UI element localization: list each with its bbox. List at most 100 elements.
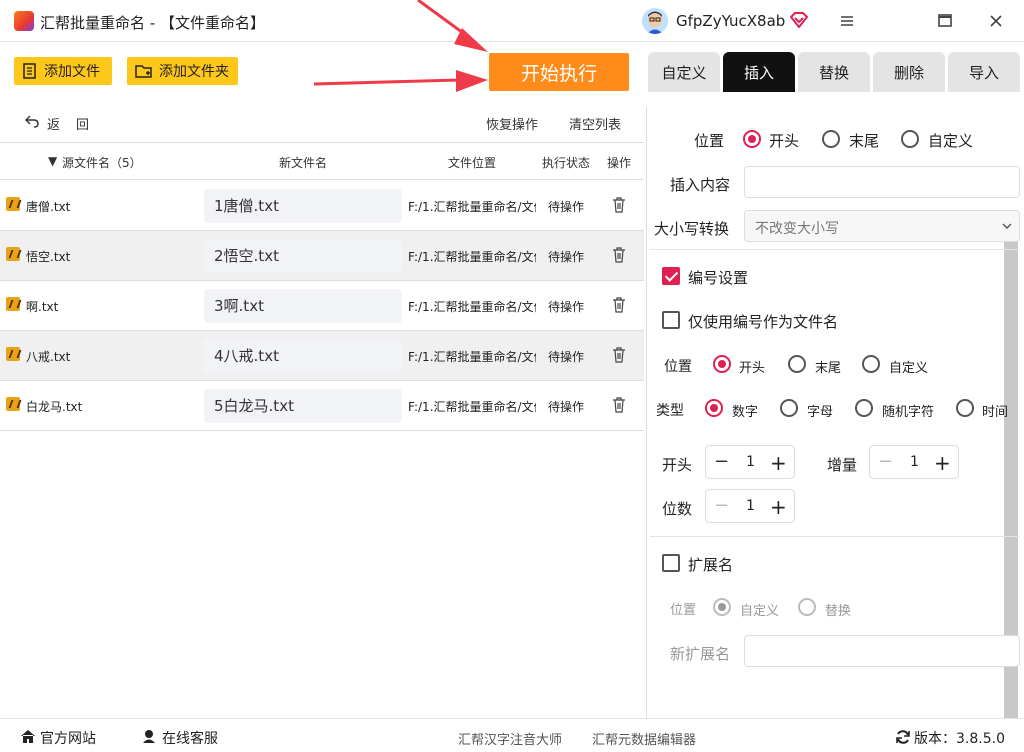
digits-label: 位数: [662, 500, 693, 518]
user-avatar[interactable]: [642, 8, 668, 34]
back-label-1: 返: [47, 118, 61, 133]
plus-icon[interactable]: +: [770, 495, 787, 519]
new-filename-field[interactable]: 1唐僧.txt: [204, 189, 402, 223]
new-filename-field[interactable]: 2悟空.txt: [204, 239, 402, 273]
official-website-link[interactable]: 官方网站: [40, 728, 96, 748]
version-text: 版本：3.8.5.0: [914, 731, 1005, 747]
table-row[interactable]: 唐僧.txt 1唐僧.txt F:/1.汇帮批量重命名/文件 待操作: [0, 181, 644, 231]
status-text: 待操作: [548, 350, 585, 364]
extension-option-custom: 自定义: [740, 604, 780, 619]
numbering-position-radio-custom[interactable]: [862, 355, 880, 373]
increment-stepper[interactable]: − 1 +: [869, 445, 959, 479]
add-folder-button[interactable]: 添加文件夹: [127, 57, 238, 85]
position-option-custom: 自定义: [928, 132, 974, 150]
position-option-start: 开头: [769, 132, 800, 150]
vip-diamond-icon[interactable]: [790, 12, 808, 28]
source-filename: 白龙马.txt: [26, 400, 83, 414]
new-filename-field[interactable]: 5白龙马.txt: [204, 389, 402, 423]
sublime-file-icon: [6, 297, 20, 311]
status-text: 待操作: [548, 300, 585, 314]
status-bar: 官方网站 在线客服 汇帮汉字注音大师 汇帮元数据编辑器 版本：3.8.5.0: [0, 718, 1024, 752]
numbering-position-start: 开头: [739, 361, 766, 376]
insert-content-input[interactable]: [744, 166, 1020, 198]
extension-radio-custom[interactable]: [713, 598, 731, 616]
minus-icon[interactable]: −: [878, 453, 893, 471]
digits-stepper[interactable]: − 1 +: [705, 489, 795, 523]
position-radio-end[interactable]: [822, 130, 840, 148]
refresh-icon[interactable]: [895, 729, 911, 745]
table-row[interactable]: 悟空.txt 2悟空.txt F:/1.汇帮批量重命名/文件 待操作: [0, 231, 644, 281]
menu-icon[interactable]: [836, 10, 858, 32]
case-select[interactable]: 不改变大小写: [744, 210, 1020, 242]
type-label: 类型: [656, 403, 684, 419]
trash-icon[interactable]: [612, 297, 626, 313]
position-radio-custom[interactable]: [901, 130, 919, 148]
file-list-icon: [23, 63, 36, 79]
type-random: 随机字符: [882, 405, 935, 420]
new-extension-input[interactable]: [744, 635, 1020, 667]
source-filename: 悟空.txt: [26, 250, 71, 264]
add-file-button[interactable]: 添加文件: [14, 57, 112, 85]
insert-content-label: 插入内容: [670, 176, 731, 194]
new-filename-field[interactable]: 4八戒.txt: [204, 339, 402, 373]
clear-list-button[interactable]: 清空列表: [569, 114, 621, 133]
header-status: 执行状态: [542, 156, 591, 170]
minus-icon[interactable]: −: [714, 497, 729, 515]
tab-replace[interactable]: 替换: [798, 52, 870, 92]
online-support-link[interactable]: 在线客服: [162, 728, 218, 748]
start-button[interactable]: 开始执行: [489, 53, 629, 91]
header-source[interactable]: 源文件名（5）: [62, 154, 142, 171]
numbering-position-label: 位置: [664, 359, 692, 375]
start-stepper[interactable]: − 1 +: [705, 445, 795, 479]
source-filename: 啊.txt: [26, 300, 59, 314]
plus-icon[interactable]: +: [770, 451, 787, 475]
position-radio-start[interactable]: [743, 130, 761, 148]
undo-button[interactable]: 恢复操作: [486, 114, 538, 133]
source-filename: 八戒.txt: [26, 350, 71, 364]
only-number-checkbox[interactable]: [662, 311, 680, 329]
app-link-metadata[interactable]: 汇帮元数据编辑器: [592, 729, 696, 748]
plus-icon[interactable]: +: [934, 451, 951, 475]
file-location: F:/1.汇帮批量重命名/文件: [408, 250, 536, 264]
sort-desc-icon[interactable]: ▼: [48, 154, 57, 168]
username[interactable]: GfpZyYucX8ab: [676, 12, 785, 30]
new-filename-field[interactable]: 3啊.txt: [204, 289, 402, 323]
table-row[interactable]: 白龙马.txt 5白龙马.txt F:/1.汇帮批量重命名/文件 待操作: [0, 381, 644, 431]
trash-icon[interactable]: [612, 347, 626, 363]
sublime-file-icon: [6, 197, 20, 211]
type-radio-time[interactable]: [956, 399, 974, 417]
trash-icon[interactable]: [612, 197, 626, 213]
type-letter: 字母: [807, 405, 834, 420]
numbering-checkbox[interactable]: [662, 267, 680, 285]
table-row[interactable]: 八戒.txt 4八戒.txt F:/1.汇帮批量重命名/文件 待操作: [0, 331, 644, 381]
extension-label: 扩展名: [688, 556, 734, 574]
tab-custom[interactable]: 自定义: [648, 52, 720, 92]
increment-value: 1: [910, 454, 919, 470]
tab-insert[interactable]: 插入: [723, 52, 795, 92]
extension-radio-replace[interactable]: [798, 598, 816, 616]
trash-icon[interactable]: [612, 247, 626, 263]
file-location: F:/1.汇帮批量重命名/文件: [408, 350, 536, 364]
minus-icon[interactable]: −: [714, 453, 729, 471]
close-icon[interactable]: [985, 10, 1007, 32]
maximize-icon[interactable]: [934, 10, 956, 32]
extension-checkbox[interactable]: [662, 554, 680, 572]
tab-import[interactable]: 导入: [948, 52, 1020, 92]
type-radio-random[interactable]: [855, 399, 873, 417]
position-option-end: 末尾: [849, 132, 880, 150]
numbering-position-radio-end[interactable]: [788, 355, 806, 373]
header-action: 操作: [607, 156, 632, 170]
sublime-file-icon: [6, 247, 20, 261]
type-radio-letter[interactable]: [780, 399, 798, 417]
tab-delete[interactable]: 删除: [873, 52, 945, 92]
table-row[interactable]: 啊.txt 3啊.txt F:/1.汇帮批量重命名/文件 待操作: [0, 281, 644, 331]
numbering-position-radio-start[interactable]: [713, 355, 731, 373]
position-label: 位置: [694, 132, 725, 150]
home-icon: [21, 730, 35, 743]
increment-label: 增量: [827, 456, 858, 474]
app-link-pinyin[interactable]: 汇帮汉字注音大师: [458, 729, 562, 748]
start-label: 开头: [662, 456, 693, 474]
trash-icon[interactable]: [612, 397, 626, 413]
header-new: 新文件名: [279, 156, 328, 170]
type-radio-number[interactable]: [705, 399, 723, 417]
